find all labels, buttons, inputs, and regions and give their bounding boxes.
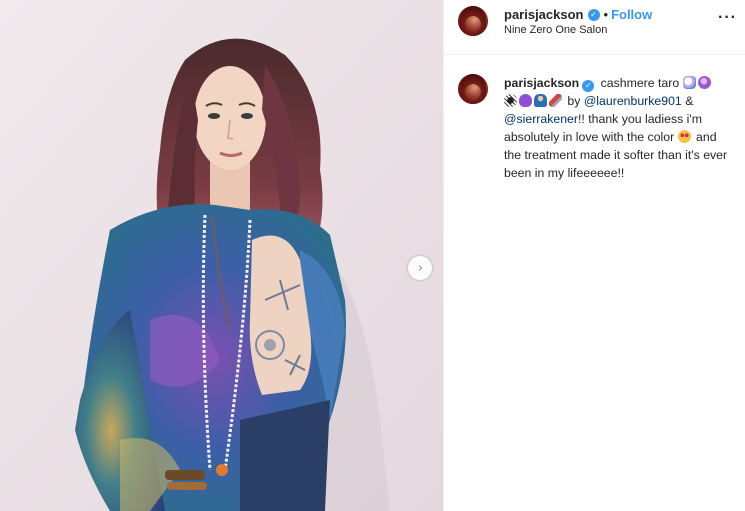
separator-dot: • bbox=[603, 7, 609, 22]
author-username[interactable]: parisjackson bbox=[504, 7, 584, 22]
post-header: parisjackson ✓ • Follow Nine Zero One Sa… bbox=[444, 0, 745, 55]
instagram-post-view: › parisjackson ✓ • Follow Nine Zero One … bbox=[0, 0, 745, 511]
heart-eyes-emoji-icon bbox=[677, 130, 691, 143]
carousel-next-button[interactable]: › bbox=[408, 256, 432, 280]
chevron-right-icon: › bbox=[417, 260, 424, 276]
caption-verified-badge-icon: ✓ bbox=[582, 80, 595, 92]
purple-heart-emoji-icon bbox=[519, 94, 532, 107]
mention-sierrakener[interactable]: @sierrakener bbox=[504, 112, 578, 126]
mage-emoji-icon bbox=[534, 94, 547, 107]
post-side-panel: parisjackson ✓ • Follow Nine Zero One Sa… bbox=[443, 0, 745, 511]
caption-text: parisjackson ✓ cashmere taro by @laurenbu… bbox=[504, 74, 734, 182]
photo-illustration bbox=[0, 0, 443, 511]
spider-web-emoji-icon bbox=[504, 94, 517, 107]
caption-text-1: cashmere taro bbox=[597, 76, 683, 90]
syringe-emoji-icon bbox=[549, 94, 562, 107]
follow-button[interactable]: Follow bbox=[611, 7, 652, 22]
post-photo[interactable]: › bbox=[0, 0, 443, 511]
caption-avatar[interactable] bbox=[458, 74, 488, 104]
author-row: parisjackson ✓ • Follow bbox=[504, 7, 652, 22]
caption-text-3: & bbox=[681, 94, 694, 108]
author-avatar[interactable] bbox=[458, 6, 488, 36]
crystal-ball-emoji-icon bbox=[697, 76, 711, 89]
mention-laurenburke901[interactable]: @laurenburke901 bbox=[584, 94, 682, 108]
post-location[interactable]: Nine Zero One Salon bbox=[504, 24, 607, 36]
more-options-icon[interactable]: ··· bbox=[718, 9, 737, 27]
caption-text-2: by bbox=[564, 94, 584, 108]
caption-area: parisjackson ✓ cashmere taro by @laurenbu… bbox=[444, 55, 745, 180]
caption-username[interactable]: parisjackson bbox=[504, 76, 579, 90]
verified-badge-icon: ✓ bbox=[587, 8, 600, 21]
unicorn-emoji-icon bbox=[682, 76, 696, 89]
